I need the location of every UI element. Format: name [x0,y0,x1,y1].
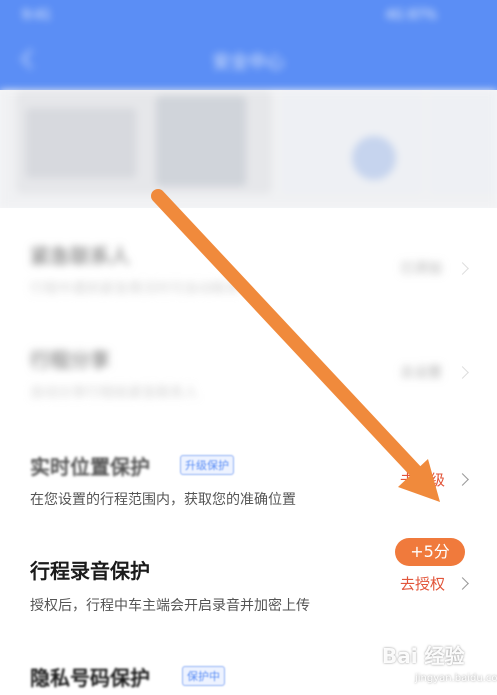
page-title: 安全中心 [212,52,285,73]
banner-image [156,96,246,186]
row-desc: 授权后，行程中车主端会开启录音并加密上传 [30,598,310,614]
location-protection-row[interactable]: 实时位置保护 升级保护 在您设置的行程范围内，获取您的准确位置 去升级 [0,433,497,533]
blur-overlay [0,208,497,433]
upgrade-badge: 升级保护 [180,455,234,475]
chevron-right-icon [456,473,469,486]
banner-card[interactable] [430,90,497,194]
authorize-link[interactable]: 去授权 [400,573,445,594]
banner-icon [352,136,396,180]
status-time: 9:41 [22,8,52,23]
nav-bar: 安全中心 [0,34,497,90]
row-title: 行程录音保护 [30,559,150,583]
banner-carousel[interactable] [0,90,497,208]
watermark-brand: Bai 经验 [382,644,465,668]
protected-badge: 保护中 [182,666,225,686]
status-indicators: 4G 87% [385,8,437,23]
row-title: 隐私号码保护 [30,666,150,690]
watermark-url: jingyan.baidu.com [415,673,497,684]
banner-card[interactable] [282,90,422,194]
banner-card[interactable] [16,90,272,194]
banner-image [26,108,136,178]
points-badge: +5分 [395,538,465,566]
row-title: 实时位置保护 [30,455,150,479]
status-bar: 9:41 4G 87% [0,0,497,34]
row-desc: 在您设置的行程范围内，获取您的准确位置 [30,492,296,508]
upgrade-link[interactable]: 去升级 [400,469,445,490]
chevron-right-icon [456,577,469,590]
